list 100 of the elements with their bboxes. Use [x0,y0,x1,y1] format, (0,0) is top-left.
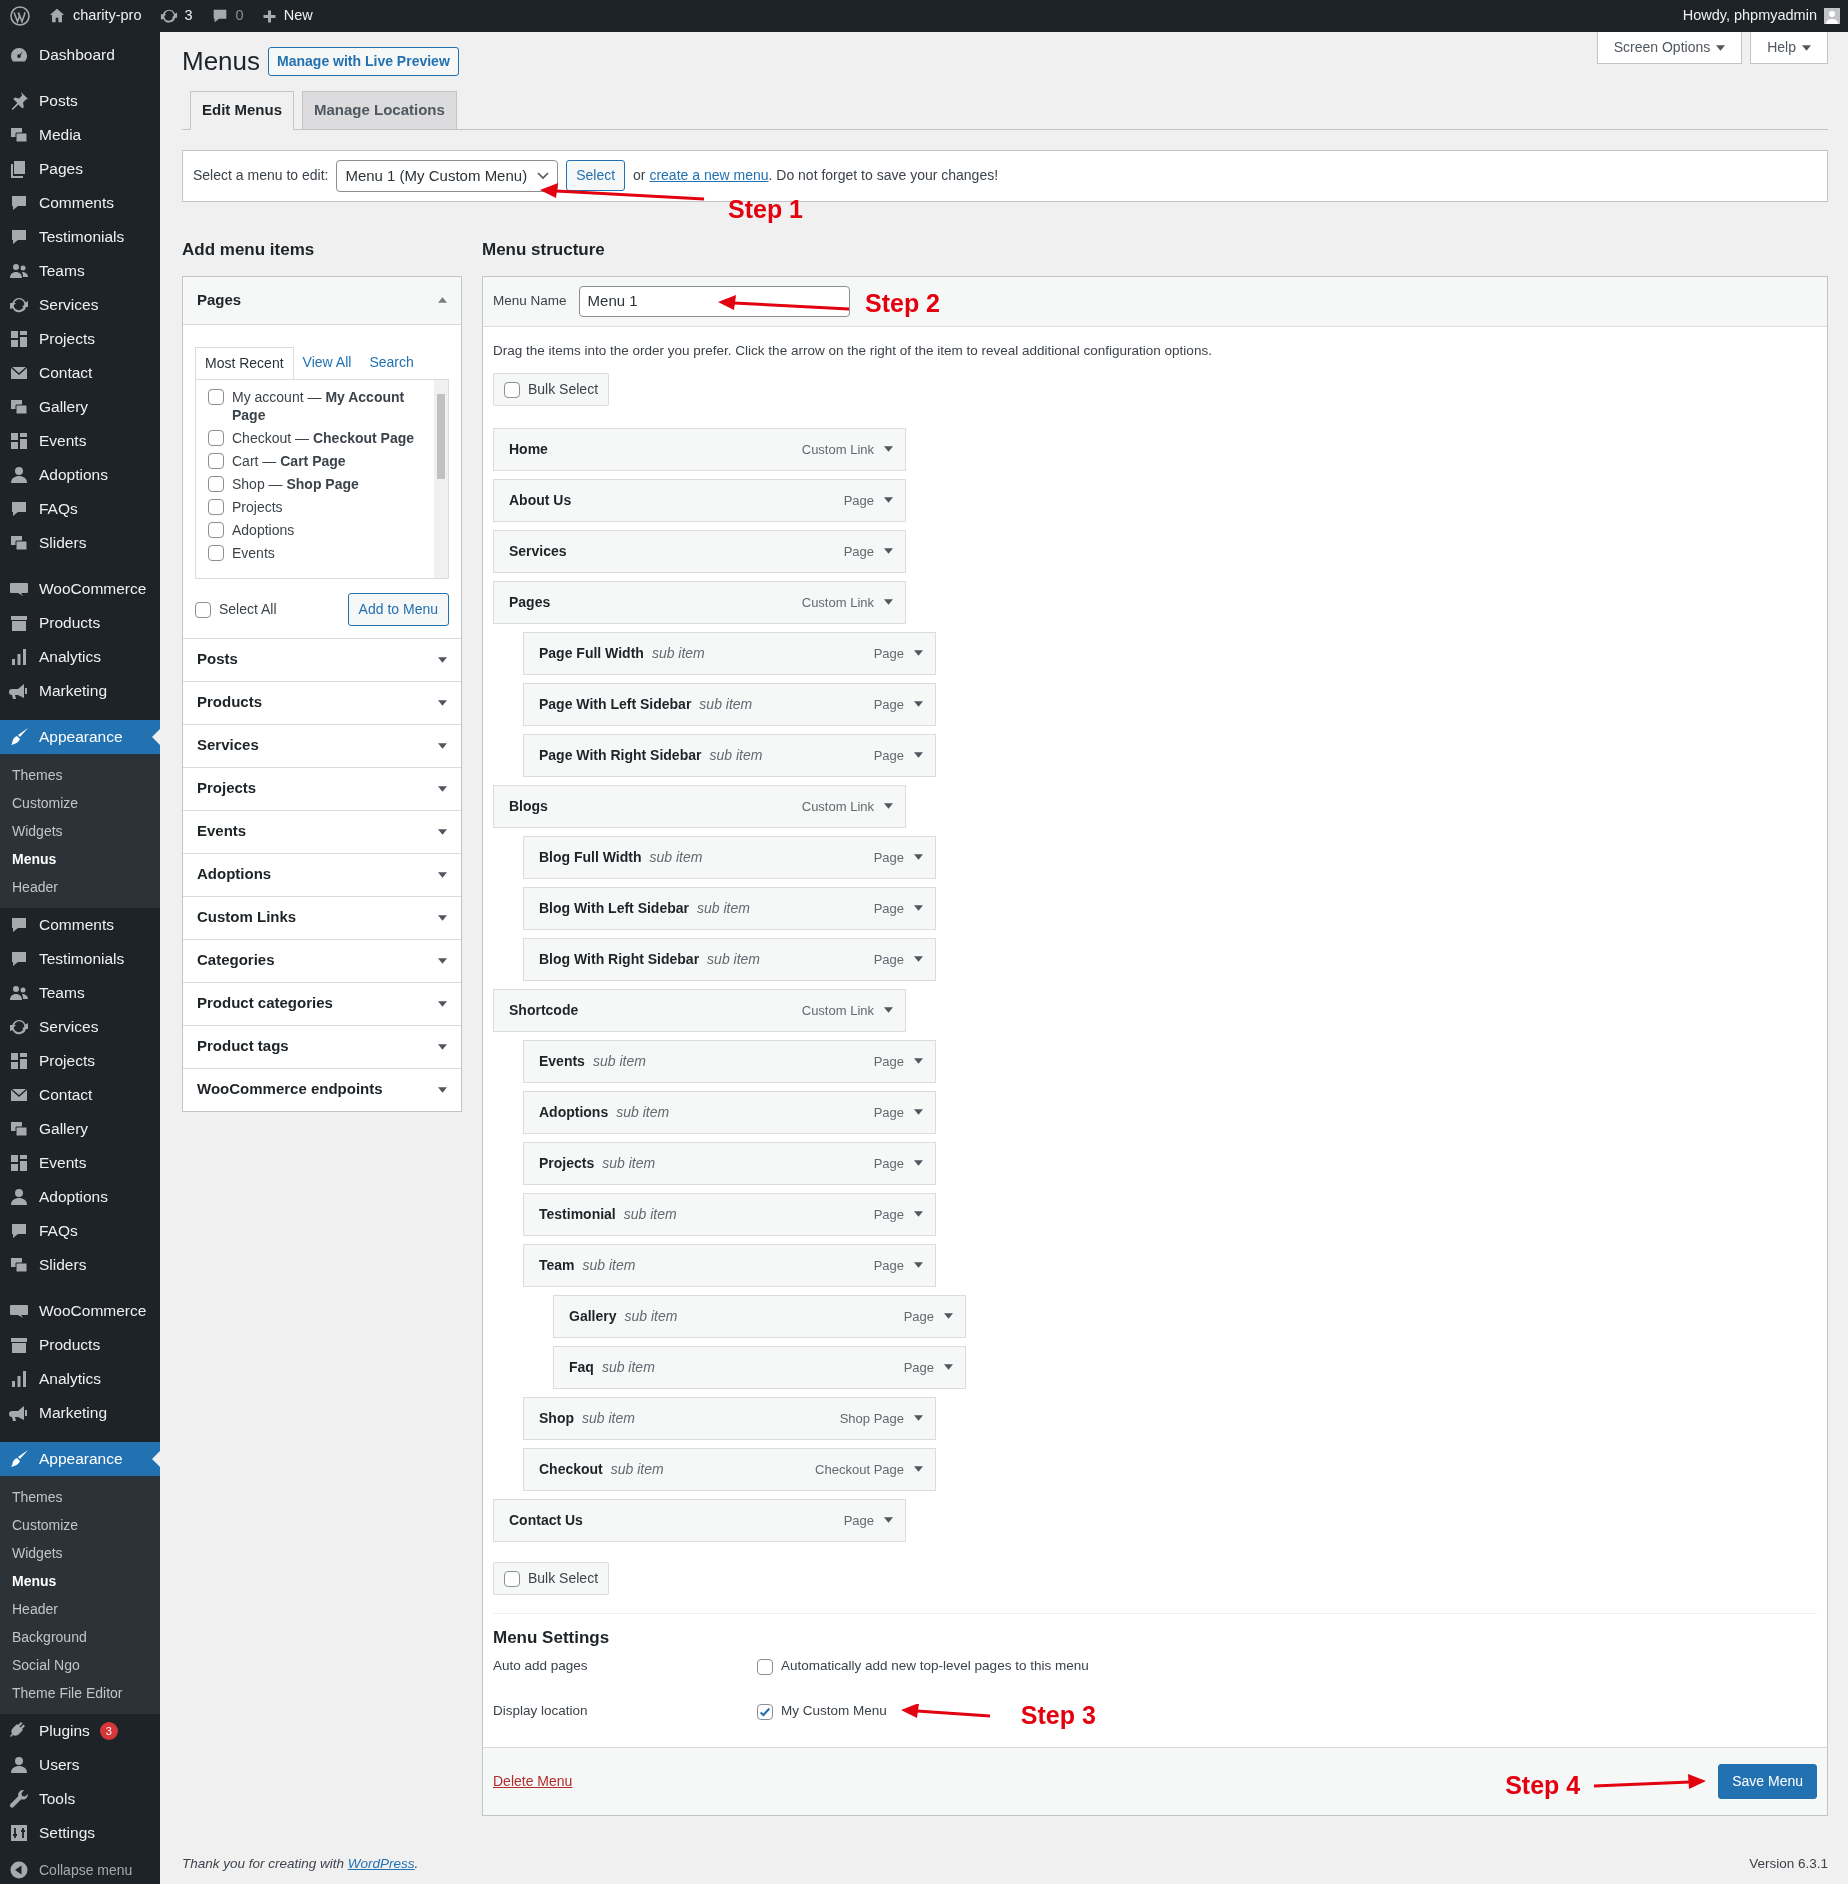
checkbox[interactable] [757,1658,773,1675]
checkbox[interactable] [208,429,224,446]
collapse-menu-button[interactable]: Collapse menu [0,1856,160,1884]
sidebar-item[interactable]: WooCommerce [0,572,160,606]
scrollbar[interactable] [434,379,448,578]
sidebar-item[interactable]: Comments [0,908,160,942]
sidebar-item[interactable]: Settings [0,1816,160,1850]
add-to-menu-button[interactable]: Add to Menu [347,592,449,626]
dropdown-arrow-icon[interactable] [914,956,923,963]
sidebar-item[interactable]: FAQs [0,1214,160,1248]
create-menu-link[interactable]: create a new menu [649,167,769,184]
submenu-item[interactable]: Theme File Editor [0,1679,160,1707]
checkbox[interactable] [208,544,224,561]
accordion-header[interactable]: Projects [183,766,461,810]
menu-item-bar[interactable]: Blog With Left Sidebar sub item Page [523,886,936,930]
accordion-header[interactable]: Categories [183,938,461,982]
sidebar-item[interactable]: Contact [0,1078,160,1112]
accordion-header[interactable]: Products [183,680,461,724]
menu-item-bar[interactable]: Shortcode Custom Link [493,988,906,1032]
wordpress-logo-icon[interactable] [10,6,30,26]
checkbox[interactable] [208,475,224,492]
tab[interactable]: Edit Menus [190,91,294,130]
dropdown-arrow-icon[interactable] [914,701,923,708]
menu-dropdown[interactable]: Menu 1 (My Custom Menu) [336,159,559,193]
dropdown-arrow-icon[interactable] [914,1160,923,1167]
dropdown-arrow-icon[interactable] [914,854,923,861]
submenu-item[interactable]: Customize [0,1511,160,1539]
submenu-item[interactable]: Customize [0,789,160,817]
menu-item-bar[interactable]: Team sub item Page [523,1243,936,1287]
sidebar-item[interactable]: Pages [0,152,160,186]
dropdown-arrow-icon[interactable] [884,1517,893,1524]
sidebar-item[interactable]: Marketing [0,1396,160,1430]
sidebar-item[interactable]: Sliders [0,526,160,560]
comments-count[interactable]: 0 [235,5,244,27]
accordion-header[interactable]: Product categories [183,981,461,1025]
submenu-item[interactable]: Header [0,873,160,901]
sidebar-item[interactable]: Projects [0,322,160,356]
submenu-item[interactable]: Widgets [0,1539,160,1567]
live-preview-button[interactable]: Manage with Live Preview [268,47,459,77]
menu-item-bar[interactable]: Contact Us Page [493,1498,906,1542]
dropdown-arrow-icon[interactable] [884,548,893,555]
menu-item-bar[interactable]: Blogs Custom Link [493,784,906,828]
dropdown-arrow-icon[interactable] [914,650,923,657]
sidebar-item[interactable]: Projects [0,1044,160,1078]
dropdown-arrow-icon[interactable] [914,905,923,912]
sidebar-item[interactable]: Dashboard [0,38,160,72]
menu-item-bar[interactable]: Home Custom Link [493,427,906,471]
menu-name-field[interactable]: Menu 1 [578,285,850,317]
menu-item-bar[interactable]: Faq sub item Page [553,1345,966,1389]
sidebar-item[interactable]: Appearance [0,720,160,754]
menu-item-bar[interactable]: About Us Page [493,478,906,522]
save-menu-button[interactable]: Save Menu [1718,1764,1817,1800]
menu-item-bar[interactable]: Adoptions sub item Page [523,1090,936,1134]
sidebar-item[interactable]: Testimonials [0,220,160,254]
screen-options-button[interactable]: Screen Options [1596,32,1743,64]
dropdown-arrow-icon[interactable] [884,1007,893,1014]
dropdown-arrow-icon[interactable] [944,1364,953,1371]
sidebar-item[interactable]: Comments [0,186,160,220]
accordion-header[interactable]: WooCommerce endpoints [183,1067,461,1111]
menu-item-bar[interactable]: Testimonial sub item Page [523,1192,936,1236]
sidebar-item[interactable]: Adoptions [0,458,160,492]
tab[interactable]: Manage Locations [302,91,457,130]
menu-item-bar[interactable]: Page With Right Sidebar sub item Page [523,733,936,777]
wordpress-link[interactable]: WordPress [347,1855,415,1871]
dropdown-arrow-icon[interactable] [884,599,893,606]
menu-item-bar[interactable]: Page With Left Sidebar sub item Page [523,682,936,726]
sidebar-item[interactable]: FAQs [0,492,160,526]
dropdown-arrow-icon[interactable] [914,1415,923,1422]
checkbox[interactable] [208,452,224,469]
sidebar-item[interactable]: Products [0,1328,160,1362]
sidebar-item[interactable]: Appearance [0,1442,160,1476]
submenu-item[interactable]: Header [0,1595,160,1623]
accordion-header[interactable]: Product tags [183,1024,461,1068]
menu-item-bar[interactable]: Checkout sub item Checkout Page [523,1447,936,1491]
sidebar-item[interactable]: Teams [0,254,160,288]
menu-item-bar[interactable]: Shop sub item Shop Page [523,1396,936,1440]
dropdown-arrow-icon[interactable] [914,1262,923,1269]
menu-item-bar[interactable]: Blog With Right Sidebar sub item Page [523,937,936,981]
sidebar-item[interactable]: Gallery [0,390,160,424]
dropdown-arrow-icon[interactable] [884,803,893,810]
delete-menu-link[interactable]: Delete Menu [493,1771,573,1793]
sidebar-item[interactable]: Marketing [0,674,160,708]
dropdown-arrow-icon[interactable] [914,1466,923,1473]
sidebar-item[interactable]: Users [0,1748,160,1782]
greeting-link[interactable]: Howdy, phpmyadmin [1682,5,1817,27]
dropdown-arrow-icon[interactable] [884,446,893,453]
menu-item-bar[interactable]: Page Full Width sub item Page [523,631,936,675]
sidebar-item[interactable]: Analytics [0,1362,160,1396]
checkbox[interactable] [208,498,224,515]
sidebar-item[interactable]: Products [0,606,160,640]
refresh-icon[interactable] [159,7,178,25]
new-link[interactable]: New [283,5,313,27]
sidebar-item[interactable]: Gallery [0,1112,160,1146]
sidebar-item[interactable]: Sliders [0,1248,160,1282]
accordion-header[interactable]: Pages [183,276,461,325]
site-name-link[interactable]: charity-pro [73,5,142,27]
accordion-header[interactable]: Adoptions [183,852,461,896]
checkbox[interactable] [208,388,224,405]
sidebar-item[interactable]: Events [0,424,160,458]
dropdown-arrow-icon[interactable] [914,1058,923,1065]
